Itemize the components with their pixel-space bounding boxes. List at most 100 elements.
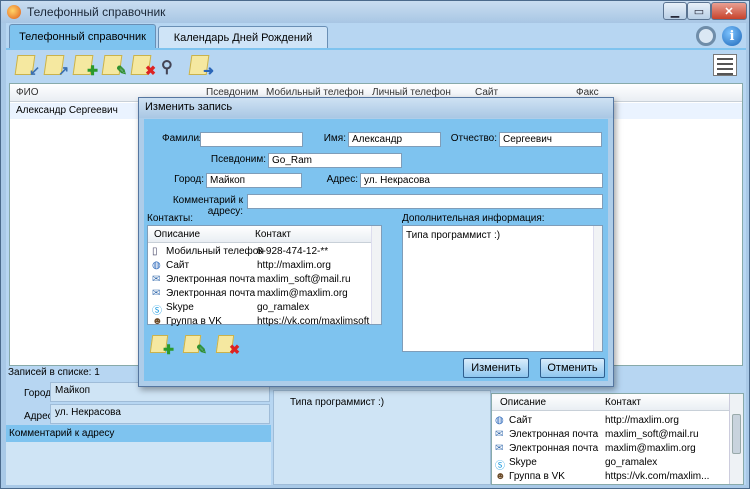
skype-icon: Ⓢ (495, 461, 505, 472)
delete-icon[interactable]: ✖ (130, 53, 156, 78)
contact-desc: Группа в VK (166, 316, 222, 327)
save-button[interactable]: Изменить (463, 358, 529, 378)
table-row[interactable]: ✉ Электронная почта maxlim@maxlim.org (148, 287, 371, 301)
mini-contacts-grid[interactable]: Описание Контакт ◍ Сайт http://maxlim.org … (491, 393, 744, 485)
first-name-label: Имя: (323, 133, 346, 144)
contact-value: 8-928-474-12-** (257, 246, 329, 257)
extra-info-value: Типа программист :) (406, 230, 501, 241)
list-item[interactable]: ✉ Электронная почта maxlim_soft@mail.ru (492, 429, 730, 442)
main-window: Телефонный справочник ▁ ▭ ✕ Телефонный с… (0, 0, 750, 489)
mini-value: maxlim@maxlim.org (605, 443, 696, 454)
dialog-title: Изменить запись (139, 98, 613, 118)
info-icon[interactable]: i (722, 26, 742, 46)
cancel-button[interactable]: Отменить (540, 358, 605, 378)
phone-icon: ▯ (152, 246, 158, 257)
address-dialog-label: Адрес: (326, 174, 358, 185)
mini-value: go_ramalex (605, 457, 658, 468)
dialog-contacts-header: Описание Контакт (148, 226, 371, 243)
mini-value: https://vk.com/maxlim... (605, 471, 710, 482)
address-value: ул. Некрасова (50, 404, 270, 424)
title-bar: Телефонный справочник ▁ ▭ ✕ (1, 1, 749, 23)
extra-info-field[interactable]: Типа программист :) (402, 225, 603, 352)
contact-value: http://maxlim.org (257, 260, 331, 271)
send-icon[interactable]: ➜ (188, 53, 214, 78)
edit-record-dialog: Изменить запись Фамилия: Имя: Александр … (138, 97, 614, 387)
mini-value: http://maxlim.org (605, 415, 679, 426)
list-item[interactable]: ◍ Сайт http://maxlim.org (492, 415, 730, 428)
delete-contact-icon[interactable]: ✖ (215, 333, 240, 357)
tab-strip-line (6, 48, 746, 50)
client-area: Телефонный справочник Календарь Дней Рож… (6, 23, 746, 485)
import-icon[interactable]: ↙ (14, 53, 40, 78)
address-field[interactable]: ул. Некрасова (360, 173, 603, 188)
address-comment-field[interactable] (247, 194, 603, 209)
row-fio: Александр Сергеевич (16, 105, 118, 116)
contact-desc: Skype (166, 302, 194, 313)
mini-scrollbar[interactable] (729, 394, 743, 484)
contact-desc: Электронная почта (166, 274, 256, 285)
mini-desc: Skype (509, 457, 537, 468)
contact-value: go_ramalex (257, 302, 310, 313)
list-item[interactable]: ☻ Группа в VK https://vk.com/maxlim... (492, 471, 730, 484)
user-icon: ☻ (495, 471, 506, 482)
extra-info-text: Типа программист :) (290, 397, 385, 408)
nickname-field[interactable]: Go_Ram (268, 153, 402, 168)
table-row[interactable]: Ⓢ Skype go_ramalex (148, 301, 371, 317)
city-label: Город (24, 388, 52, 399)
address-comment-header: Комментарий к адресу (6, 425, 271, 442)
tab-birthdays[interactable]: Календарь Дней Рождений (158, 26, 328, 48)
minimize-button[interactable]: ▁ (663, 2, 687, 20)
mail-icon: ✉ (495, 429, 504, 440)
user-icon: ☻ (152, 316, 163, 327)
nickname-label: Псевдоним: (210, 154, 266, 165)
city-field[interactable]: Майкоп (206, 173, 302, 188)
edit-contact-icon[interactable]: ✎ (182, 333, 207, 357)
mini-col-desc[interactable]: Описание (500, 397, 546, 408)
add-contact-icon[interactable]: ✚ (149, 333, 174, 357)
skype-icon: Ⓢ (152, 306, 162, 317)
table-row[interactable]: ◍ Сайт http://maxlim.org (148, 259, 371, 273)
first-name-field[interactable]: Александр (348, 132, 441, 147)
list-item[interactable]: ✉ Электронная почта maxlim@maxlim.org (492, 443, 730, 456)
contacts-scrollbar[interactable] (371, 226, 381, 324)
mini-col-contact[interactable]: Контакт (605, 397, 641, 408)
mail-icon: ✉ (495, 443, 504, 454)
mini-grid-header: Описание Контакт (492, 394, 730, 411)
dlg-col-contact[interactable]: Контакт (255, 229, 291, 240)
list-item[interactable]: Ⓢ Skype go_ramalex (492, 457, 730, 472)
contact-desc: Сайт (166, 260, 190, 271)
contacts-label: Контакты: (147, 213, 193, 224)
dialog-body: Фамилия: Имя: Александр Отчество: Сергее… (144, 119, 608, 381)
list-view-icon[interactable] (713, 54, 737, 76)
close-button[interactable]: ✕ (711, 2, 747, 20)
dlg-col-desc[interactable]: Описание (154, 229, 200, 240)
patronymic-field[interactable]: Сергеевич (499, 132, 602, 147)
edit-icon[interactable]: ✎ (101, 53, 127, 78)
mail-icon: ✉ (152, 274, 161, 285)
maximize-button[interactable]: ▭ (687, 2, 711, 20)
mini-desc: Сайт (509, 415, 533, 426)
col-fio[interactable]: ФИО (16, 87, 39, 98)
extra-info-scrollbar[interactable] (593, 226, 602, 351)
mini-desc: Электронная почта (509, 443, 599, 454)
extra-info-panel: Типа программист :) (273, 390, 491, 485)
export-icon[interactable]: ↗ (43, 53, 69, 78)
mail-icon: ✉ (152, 288, 161, 299)
contact-value: https://vk.com/maxlimsoft (257, 316, 370, 327)
search-icon[interactable]: ⚲ (159, 53, 183, 77)
extra-info-label: Дополнительная информация: (402, 213, 545, 224)
address-comment-body (6, 442, 271, 485)
table-row[interactable]: ✉ Электронная почта maxlim_soft@mail.ru (148, 273, 371, 287)
table-row[interactable]: ▯ Мобильный телефон 8-928-474-12-** (148, 245, 371, 259)
last-name-field[interactable] (200, 132, 303, 147)
mini-value: maxlim_soft@mail.ru (605, 429, 699, 440)
add-icon[interactable]: ✚ (72, 53, 98, 78)
city-dialog-label: Город: (174, 174, 204, 185)
contact-desc: Электронная почта (166, 288, 256, 299)
table-row[interactable]: ☻ Группа в VK https://vk.com/maxlimsoft (148, 315, 371, 329)
settings-icon[interactable] (696, 26, 716, 46)
dialog-contacts-grid[interactable]: Описание Контакт ▯ Мобильный телефон 8-928… (147, 225, 382, 327)
patronymic-label: Отчество: (450, 133, 497, 144)
tab-phonebook[interactable]: Телефонный справочник (9, 24, 156, 48)
contact-value: maxlim@maxlim.org (257, 288, 348, 299)
